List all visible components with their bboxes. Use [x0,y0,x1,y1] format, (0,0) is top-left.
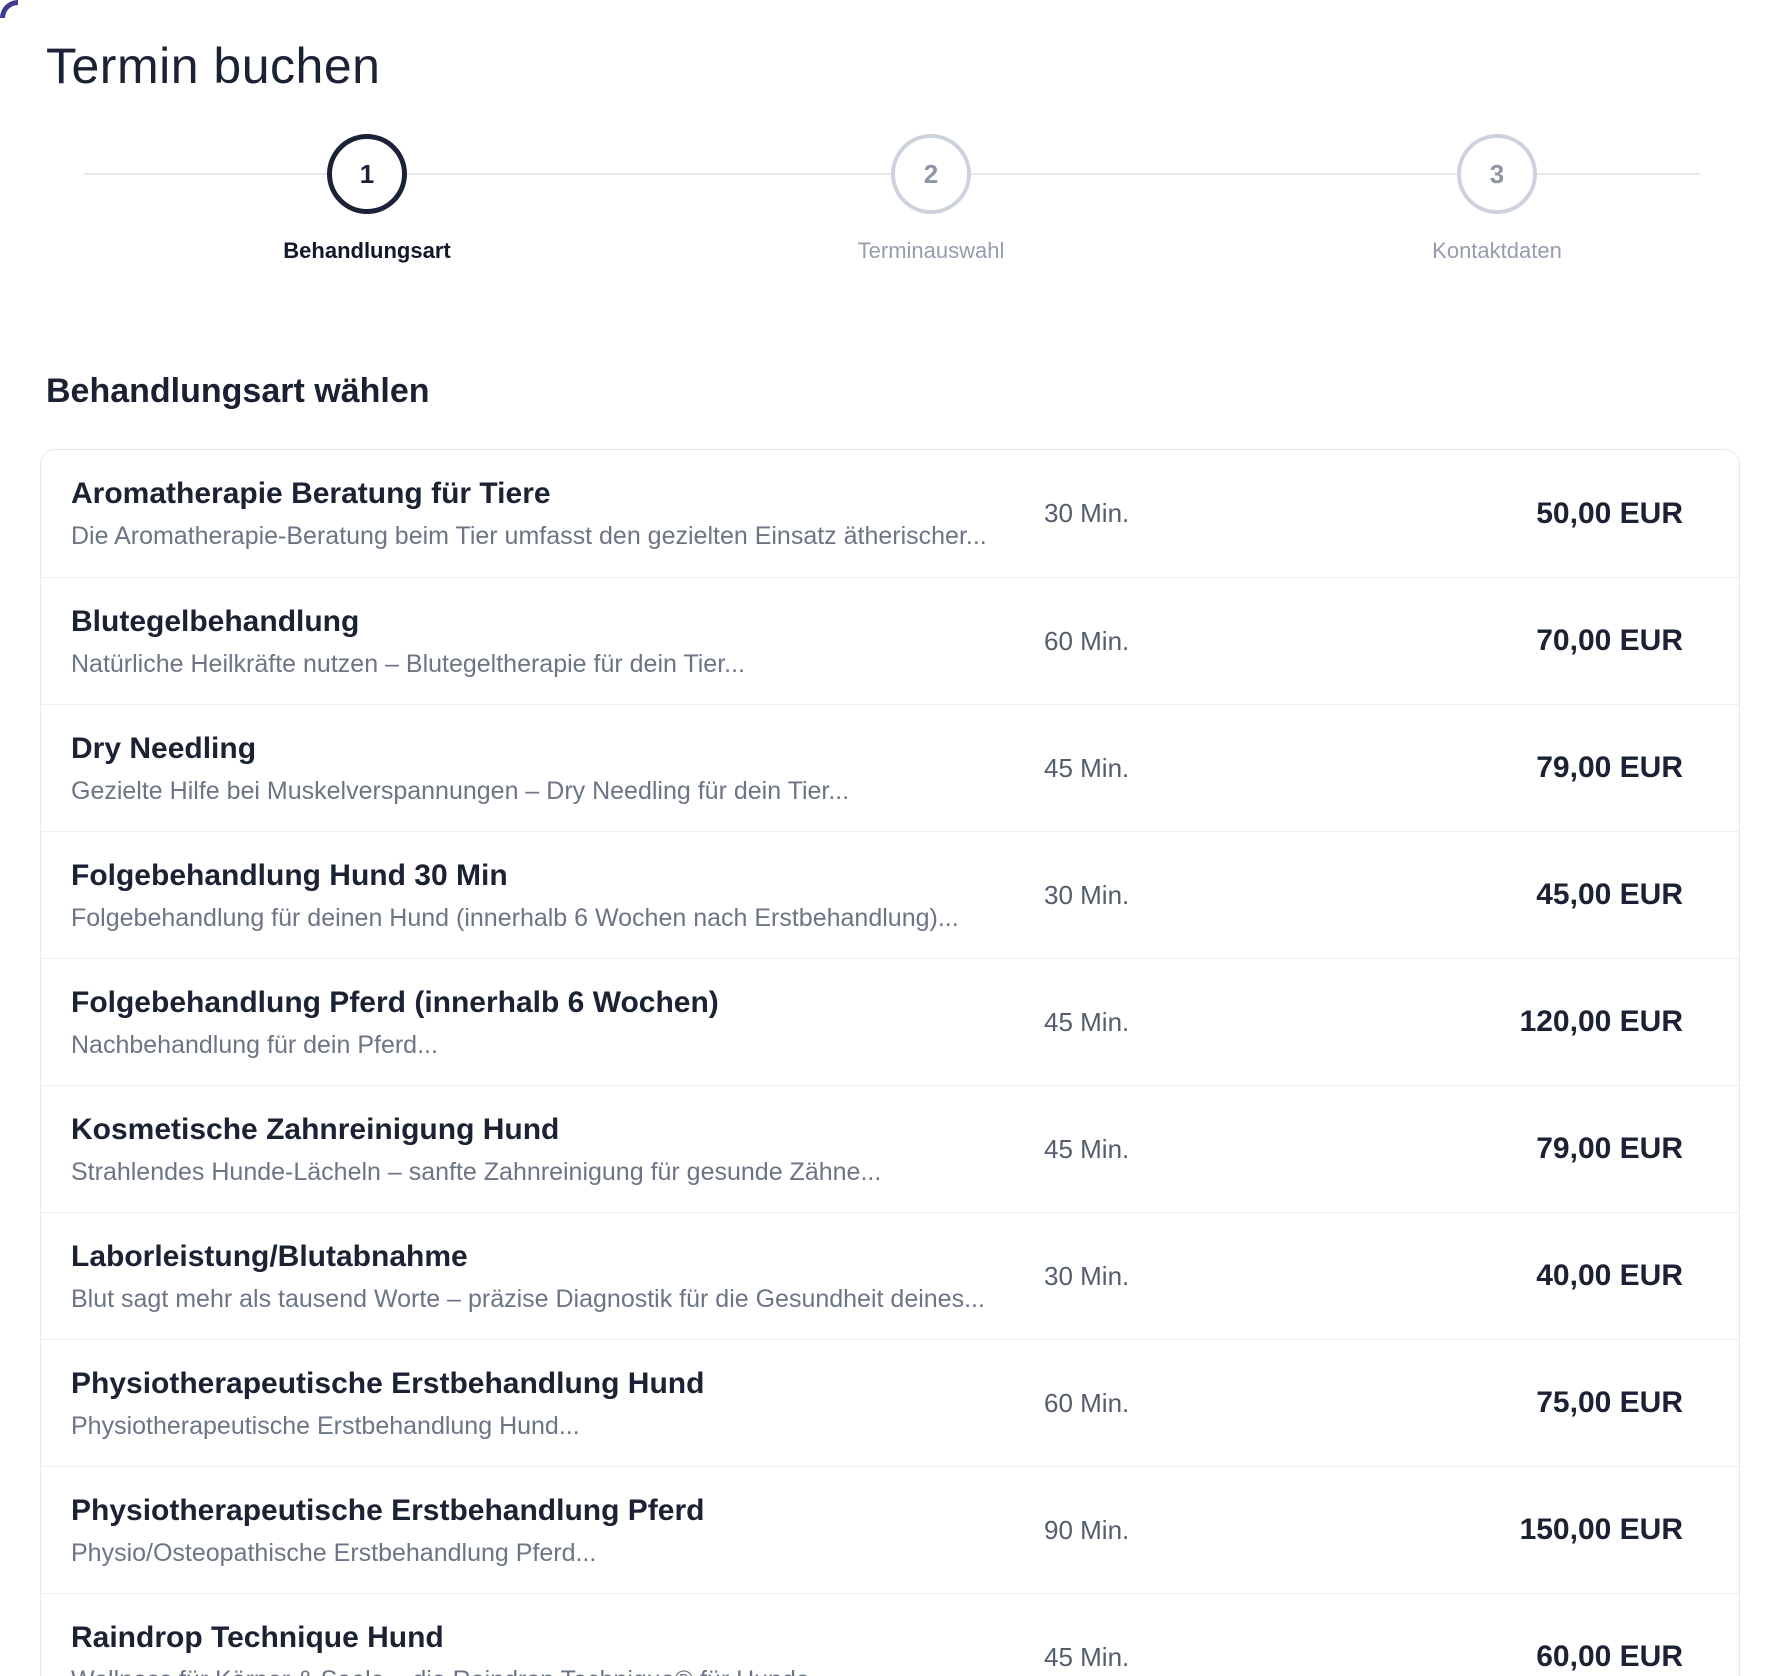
service-list: Aromatherapie Beratung für Tiere Die Aro… [40,449,1740,1676]
step-2-indicator: 2 [891,134,971,214]
service-row[interactable]: Kosmetische Zahnreinigung Hund Strahlend… [41,1085,1739,1212]
service-title: Aromatherapie Beratung für Tiere [71,475,1024,513]
step-1-number: 1 [360,159,374,190]
service-duration: 45 Min. [1044,753,1283,784]
service-description: Gezielte Hilfe bei Muskelverspannungen –… [71,775,1024,807]
page-title: Termin buchen [46,36,1744,96]
service-description: Physio/Osteopathische Erstbehandlung Pfe… [71,1537,1024,1569]
service-title: Laborleistung/Blutabnahme [71,1238,1024,1276]
service-info: Folgebehandlung Hund 30 Min Folgebehandl… [71,857,1044,934]
service-info: Folgebehandlung Pferd (innerhalb 6 Woche… [71,984,1044,1061]
booking-widget: Termin buchen 1 2 3 Behandlungsart Termi… [0,0,1784,1676]
service-row[interactable]: Raindrop Technique Hund Wellness für Kör… [41,1593,1739,1676]
service-price: 79,00 EUR [1283,751,1683,785]
service-price: 60,00 EUR [1283,1640,1683,1674]
service-info: Physiotherapeutische Erstbehandlung Pfer… [71,1492,1044,1569]
service-duration: 30 Min. [1044,1261,1283,1292]
step-3-label: Kontaktdaten [1432,238,1562,264]
service-duration: 45 Min. [1044,1642,1283,1673]
service-info: Kosmetische Zahnreinigung Hund Strahlend… [71,1111,1044,1188]
step-1-label: Behandlungsart [283,238,450,264]
service-row[interactable]: Aromatherapie Beratung für Tiere Die Aro… [41,450,1739,577]
service-price: 75,00 EUR [1283,1386,1683,1420]
service-title: Blutegelbehandlung [71,603,1024,641]
service-duration: 60 Min. [1044,1388,1283,1419]
service-duration: 90 Min. [1044,1515,1283,1546]
service-duration: 45 Min. [1044,1007,1283,1038]
service-row[interactable]: Physiotherapeutische Erstbehandlung Hund… [41,1339,1739,1466]
service-description: Die Aromatherapie-Beratung beim Tier umf… [71,520,1024,552]
service-title: Kosmetische Zahnreinigung Hund [71,1111,1024,1149]
service-price: 40,00 EUR [1283,1259,1683,1293]
service-description: Nachbehandlung für dein Pferd... [71,1029,1024,1061]
service-row[interactable]: Laborleistung/Blutabnahme Blut sagt mehr… [41,1212,1739,1339]
service-duration: 30 Min. [1044,498,1283,529]
service-title: Physiotherapeutische Erstbehandlung Hund [71,1365,1024,1403]
service-description: Wellness für Körper & Seele – die Raindr… [71,1664,1024,1676]
step-3-indicator: 3 [1457,134,1537,214]
service-duration: 45 Min. [1044,1134,1283,1165]
service-description: Natürliche Heilkräfte nutzen – Blutegelt… [71,648,1024,680]
service-row[interactable]: Dry Needling Gezielte Hilfe bei Muskelve… [41,704,1739,831]
service-info: Physiotherapeutische Erstbehandlung Hund… [71,1365,1044,1442]
service-row[interactable]: Folgebehandlung Hund 30 Min Folgebehandl… [41,831,1739,958]
service-row[interactable]: Blutegelbehandlung Natürliche Heilkräfte… [41,577,1739,704]
booking-stepper: 1 2 3 Behandlungsart Terminauswahl Konta… [40,96,1744,276]
section-heading: Behandlungsart wählen [46,372,1744,411]
service-info: Raindrop Technique Hund Wellness für Kör… [71,1619,1044,1676]
service-row[interactable]: Folgebehandlung Pferd (innerhalb 6 Woche… [41,958,1739,1085]
service-price: 50,00 EUR [1283,497,1683,531]
service-description: Folgebehandlung für deinen Hund (innerha… [71,902,1024,934]
step-2-label: Terminauswahl [858,238,1005,264]
service-title: Folgebehandlung Hund 30 Min [71,857,1024,895]
service-description: Blut sagt mehr als tausend Worte – präzi… [71,1283,1024,1315]
service-info: Laborleistung/Blutabnahme Blut sagt mehr… [71,1238,1044,1315]
service-price: 79,00 EUR [1283,1132,1683,1166]
service-price: 70,00 EUR [1283,624,1683,658]
step-1-indicator: 1 [327,134,407,214]
step-2-number: 2 [924,159,938,190]
service-title: Dry Needling [71,730,1024,768]
service-info: Aromatherapie Beratung für Tiere Die Aro… [71,475,1044,552]
service-price: 120,00 EUR [1283,1005,1683,1039]
service-duration: 30 Min. [1044,880,1283,911]
step-3-number: 3 [1490,159,1504,190]
service-title: Physiotherapeutische Erstbehandlung Pfer… [71,1492,1024,1530]
service-row[interactable]: Physiotherapeutische Erstbehandlung Pfer… [41,1466,1739,1593]
service-info: Dry Needling Gezielte Hilfe bei Muskelve… [71,730,1044,807]
service-description: Physiotherapeutische Erstbehandlung Hund… [71,1410,1024,1442]
service-description: Strahlendes Hunde-Lächeln – sanfte Zahnr… [71,1156,1024,1188]
service-title: Folgebehandlung Pferd (innerhalb 6 Woche… [71,984,1024,1022]
service-price: 150,00 EUR [1283,1513,1683,1547]
service-duration: 60 Min. [1044,626,1283,657]
service-price: 45,00 EUR [1283,878,1683,912]
service-title: Raindrop Technique Hund [71,1619,1024,1657]
service-info: Blutegelbehandlung Natürliche Heilkräfte… [71,603,1044,680]
